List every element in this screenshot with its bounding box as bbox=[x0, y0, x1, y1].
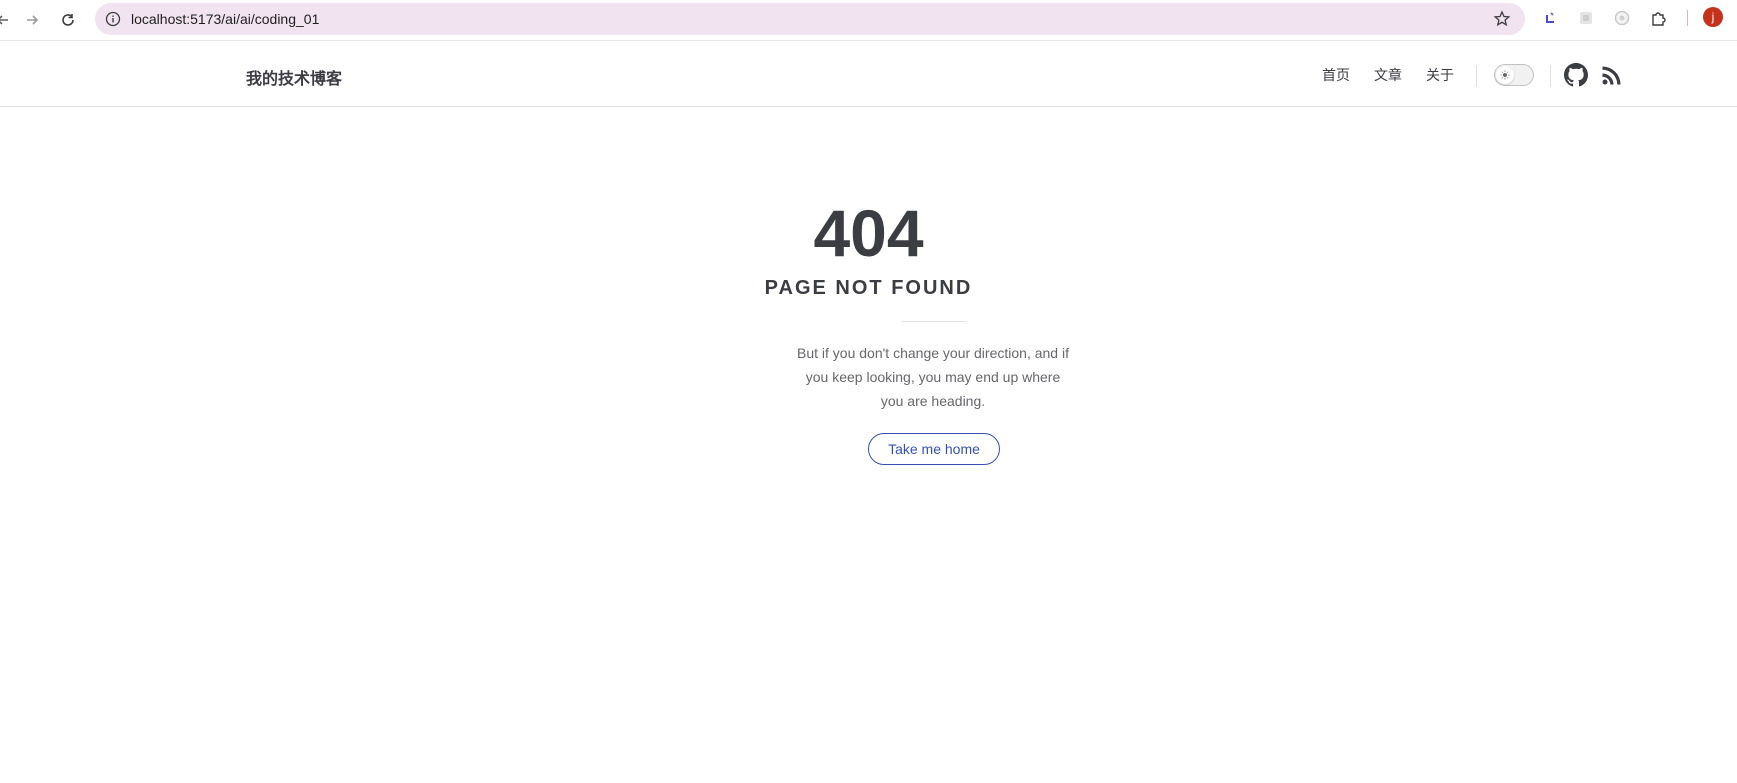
bookmark-star-icon[interactable] bbox=[1493, 10, 1511, 28]
nav-item-home[interactable]: 首页 bbox=[1322, 65, 1350, 85]
extension-1-icon[interactable] bbox=[1541, 8, 1561, 28]
main-nav: 首页 文章 关于 bbox=[1322, 65, 1478, 85]
site-title[interactable]: 我的技术博客 bbox=[246, 65, 342, 89]
nav-divider bbox=[1476, 65, 1477, 87]
arrow-left-icon bbox=[0, 15, 8, 25]
url-text[interactable]: localhost:5173/ai/ai/coding_01 bbox=[131, 11, 319, 27]
github-link[interactable] bbox=[1564, 63, 1588, 87]
not-found-page: 404 PAGE NOT FOUND But if you don't chan… bbox=[0, 107, 1737, 783]
rss-icon bbox=[1602, 66, 1621, 85]
nav-item-articles[interactable]: 文章 bbox=[1374, 65, 1402, 85]
profile-avatar[interactable]: j bbox=[1703, 7, 1723, 27]
theme-toggle[interactable] bbox=[1494, 64, 1534, 86]
take-me-home-button[interactable]: Take me home bbox=[868, 433, 1000, 465]
social-divider bbox=[1550, 65, 1551, 87]
forward-button[interactable] bbox=[15, 3, 49, 37]
error-code: 404 bbox=[813, 196, 924, 270]
github-icon bbox=[1564, 63, 1588, 87]
extension-2-icon[interactable] bbox=[1576, 8, 1596, 28]
toolbar-divider bbox=[1687, 10, 1688, 26]
address-bar[interactable]: localhost:5173/ai/ai/coding_01 bbox=[95, 3, 1525, 35]
site-info-icon[interactable] bbox=[105, 11, 121, 27]
error-quote: But if you don't change your direction, … bbox=[797, 345, 1069, 409]
rss-link[interactable] bbox=[1600, 63, 1624, 87]
theme-toggle-knob bbox=[1496, 66, 1514, 84]
error-title: PAGE NOT FOUND bbox=[764, 277, 973, 299]
sun-icon bbox=[1500, 70, 1510, 80]
reload-icon bbox=[62, 14, 74, 26]
browser-toolbar: localhost:5173/ai/ai/coding_01 j bbox=[0, 0, 1737, 41]
extensions-puzzle-icon[interactable] bbox=[1649, 8, 1669, 28]
nav-item-about[interactable]: 关于 bbox=[1426, 65, 1454, 85]
divider bbox=[902, 321, 966, 322]
extension-3-icon[interactable] bbox=[1612, 8, 1632, 28]
site-header: 我的技术博客 首页 文章 关于 bbox=[0, 41, 1737, 107]
arrow-right-icon bbox=[27, 15, 39, 25]
reload-button[interactable] bbox=[51, 3, 85, 37]
